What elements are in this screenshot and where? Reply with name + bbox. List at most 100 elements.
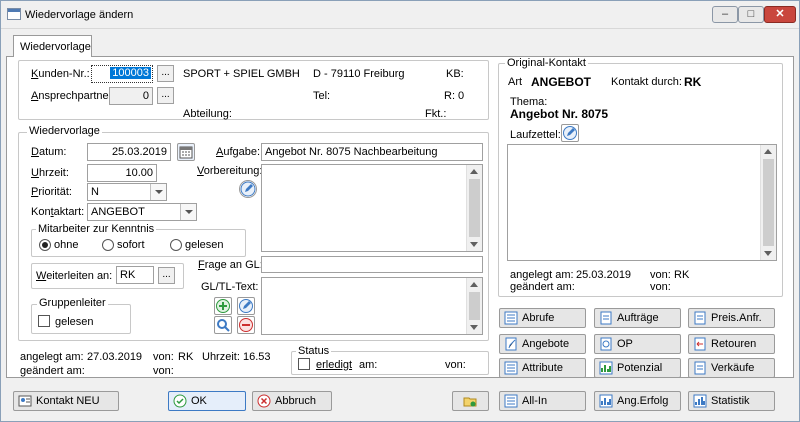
gltl-scrollbar[interactable] <box>466 278 482 334</box>
orig-angelegt-label: angelegt am: <box>510 269 574 281</box>
geaendert-von-label: von: <box>153 365 174 377</box>
op-button[interactable]: OP <box>594 334 681 354</box>
close-button[interactable]: ✕ <box>764 6 796 23</box>
all-in-button[interactable]: All-In <box>499 391 586 411</box>
laufzettel-textarea[interactable] <box>507 144 777 261</box>
preis-anfr-button[interactable]: Preis.Anfr. <box>688 308 775 328</box>
prioritaet-select[interactable]: N <box>87 183 167 201</box>
abrufe-button[interactable]: Abrufe <box>499 308 586 328</box>
gruppenleiter-gelesen-checkbox[interactable] <box>38 315 50 327</box>
document-edit-icon <box>505 337 517 351</box>
edit-icon[interactable] <box>239 180 257 198</box>
vorbereitung-scrollbar[interactable] <box>466 165 482 251</box>
chevron-down-icon <box>150 184 166 200</box>
wiedervorlage-legend: Wiedervorlage <box>27 125 102 137</box>
uhrzeit-footer-value: 16.53 <box>243 351 271 363</box>
ansprechpartner-label: Ansprechpartner: <box>31 90 116 102</box>
abbruch-button[interactable]: Abbruch <box>252 391 332 411</box>
art-label: Art <box>508 76 523 88</box>
window-title: Wiedervorlage ändern <box>25 9 134 21</box>
angelegt-label: angelegt am: <box>20 351 84 363</box>
list-icon <box>504 361 518 375</box>
angebote-button[interactable]: Angebote <box>499 334 586 354</box>
remove-icon[interactable] <box>237 316 255 334</box>
frage-field[interactable] <box>261 256 483 273</box>
tel-label: Tel: <box>313 90 331 102</box>
edit-icon[interactable] <box>237 297 255 315</box>
ansprechpartner-field[interactable]: 0 <box>109 87 153 105</box>
ansprech-lookup-button[interactable]: ... <box>157 87 174 104</box>
radio-gelesen-label: gelesen <box>185 239 224 251</box>
radio-ohne-label: ohne <box>54 239 79 251</box>
r-label: R: 0 <box>444 90 465 102</box>
add-icon[interactable] <box>214 297 232 315</box>
document-icon <box>694 361 706 375</box>
gruppenleiter-legend: Gruppenleiter <box>37 297 108 309</box>
von-value: RK <box>178 351 194 363</box>
laufzettel-label: Laufzettel: <box>510 129 561 141</box>
uhrzeit-footer-label: Uhrzeit: <box>202 351 240 363</box>
fkt-label: Fkt.: <box>425 108 447 120</box>
chart-icon <box>599 394 613 408</box>
auftraege-button[interactable]: Aufträge <box>594 308 681 328</box>
search-icon[interactable] <box>214 316 232 334</box>
kontaktart-value: ANGEBOT <box>91 206 145 218</box>
kunden-lookup-button[interactable]: ... <box>157 65 174 82</box>
tab-wiedervorlage[interactable]: Wiedervorlage <box>13 35 92 57</box>
orig-angelegt-value: 25.03.2019 <box>576 269 632 281</box>
radio-gelesen[interactable] <box>170 239 182 251</box>
edit-icon[interactable] <box>561 124 579 142</box>
minimize-button[interactable]: – <box>712 6 738 23</box>
list-icon <box>504 394 518 408</box>
kontakt-neu-button[interactable]: Kontakt NEU <box>13 391 119 411</box>
verkaeufe-button[interactable]: Verkäufe <box>688 358 775 378</box>
original-legend: Original-Kontakt <box>505 57 588 69</box>
retouren-button[interactable]: Retouren <box>688 334 775 354</box>
ok-button[interactable]: OK <box>168 391 246 411</box>
gltl-textarea[interactable] <box>261 277 483 335</box>
laufzettel-scrollbar[interactable] <box>760 145 776 260</box>
kontaktart-select[interactable]: ANGEBOT <box>87 203 197 221</box>
weiterleiten-label: Weiterleiten an: <box>36 270 113 282</box>
cancel-icon <box>257 394 271 408</box>
weiterleiten-lookup-button[interactable]: ... <box>158 267 175 284</box>
vorbereitung-textarea[interactable] <box>261 164 483 252</box>
orig-geaendert-von-label: von: <box>650 281 671 293</box>
kontakt-durch-label: Kontakt durch: <box>611 76 682 88</box>
calendar-icon[interactable] <box>177 143 195 161</box>
datum-field[interactable]: 25.03.2019 <box>87 143 171 161</box>
uhrzeit-field[interactable]: 10.00 <box>87 164 157 182</box>
prioritaet-label: Priorität: <box>31 186 72 198</box>
statistik-button[interactable]: Statistik <box>688 391 775 411</box>
orig-von-value: RK <box>674 269 690 281</box>
app-icon <box>7 8 21 20</box>
potenzial-button[interactable]: Potenzial <box>594 358 681 378</box>
title-bar: Wiedervorlage ändern – □ ✕ <box>1 1 799 29</box>
aufgabe-field[interactable]: Angebot Nr. 8075 Nachbearbeitung <box>261 143 483 161</box>
ang-erfolg-button[interactable]: Ang.Erfolg <box>594 391 681 411</box>
thema-value: Angebot Nr. 8075 <box>510 107 609 121</box>
kunden-nr-field[interactable]: 100003 <box>91 65 153 83</box>
radio-sofort[interactable] <box>102 239 114 251</box>
gruppenleiter-gelesen-label: gelesen <box>55 316 94 328</box>
geaendert-label: geändert am: <box>20 365 85 377</box>
search-document-icon <box>600 337 612 351</box>
return-icon <box>694 337 706 351</box>
document-icon <box>694 311 706 325</box>
kb-label: KB: <box>446 68 464 80</box>
erledigt-checkbox[interactable] <box>298 358 310 370</box>
radio-ohne[interactable] <box>39 239 51 251</box>
vorbereitung-label: Vorbereitung: <box>197 165 263 177</box>
orig-von-label: von: <box>650 269 671 281</box>
abteilung-label: Abteilung: <box>183 108 232 120</box>
kontakt-durch-value: RK <box>684 75 702 89</box>
attribute-button[interactable]: Attribute <box>499 358 586 378</box>
status-von-label: von: <box>445 359 466 371</box>
folder-button[interactable] <box>452 391 489 411</box>
list-icon <box>504 311 518 325</box>
status-legend: Status <box>296 345 332 357</box>
angelegt-value: 27.03.2019 <box>87 351 143 363</box>
weiterleiten-field[interactable]: RK <box>116 266 154 284</box>
kontaktart-label: Kontaktart: <box>31 206 85 218</box>
maximize-button[interactable]: □ <box>738 6 764 23</box>
